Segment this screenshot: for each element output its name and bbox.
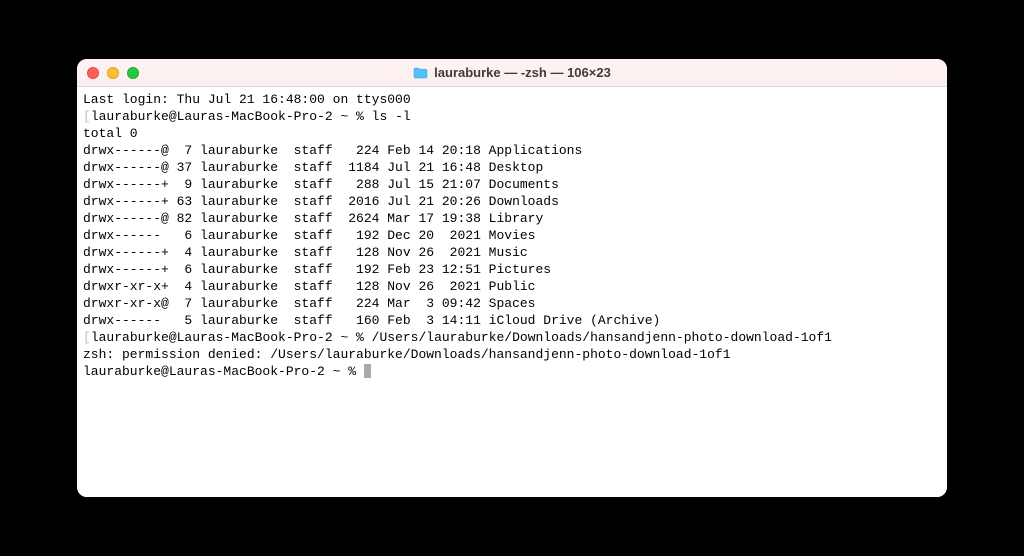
command-1: ls -l <box>372 109 411 124</box>
ls-row: drwx------@ 82 lauraburke staff 2624 Mar… <box>83 210 941 227</box>
prompt-1: lauraburke@Lauras-MacBook-Pro-2 ~ % <box>91 109 372 124</box>
window-title: lauraburke — -zsh — 106×23 <box>434 65 611 80</box>
folder-icon <box>413 67 428 79</box>
ls-row: drwxr-xr-x@ 7 lauraburke staff 224 Mar 3… <box>83 295 941 312</box>
prompt-3: lauraburke@Lauras-MacBook-Pro-2 ~ % <box>83 364 364 379</box>
ls-row: drwx------+ 63 lauraburke staff 2016 Jul… <box>83 193 941 210</box>
ls-row: drwx------@ 7 lauraburke staff 224 Feb 1… <box>83 142 941 159</box>
terminal-window: lauraburke — -zsh — 106×23 Last login: T… <box>77 59 947 497</box>
ls-row: drwx------@ 37 lauraburke staff 1184 Jul… <box>83 159 941 176</box>
ls-row: drwxr-xr-x+ 4 lauraburke staff 128 Nov 2… <box>83 278 941 295</box>
title-wrap: lauraburke — -zsh — 106×23 <box>77 65 947 80</box>
ls-row: drwx------+ 9 lauraburke staff 288 Jul 1… <box>83 176 941 193</box>
total-line: total 0 <box>83 125 941 142</box>
ls-row: drwx------+ 6 lauraburke staff 192 Feb 2… <box>83 261 941 278</box>
traffic-lights <box>87 67 139 79</box>
prompt-line-2: [lauraburke@Lauras-MacBook-Pro-2 ~ % /Us… <box>83 329 941 346</box>
ls-row: drwx------+ 4 lauraburke staff 128 Nov 2… <box>83 244 941 261</box>
ls-row: drwx------ 6 lauraburke staff 192 Dec 20… <box>83 227 941 244</box>
close-button[interactable] <box>87 67 99 79</box>
ls-row: drwx------ 5 lauraburke staff 160 Feb 3 … <box>83 312 941 329</box>
prompt-2: lauraburke@Lauras-MacBook-Pro-2 ~ % <box>91 330 372 345</box>
command-2: /Users/lauraburke/Downloads/hansandjenn-… <box>372 330 832 345</box>
minimize-button[interactable] <box>107 67 119 79</box>
prompt-line-1: [lauraburke@Lauras-MacBook-Pro-2 ~ % ls … <box>83 108 941 125</box>
maximize-button[interactable] <box>127 67 139 79</box>
prompt-line-3: lauraburke@Lauras-MacBook-Pro-2 ~ % <box>83 363 941 380</box>
titlebar[interactable]: lauraburke — -zsh — 106×23 <box>77 59 947 87</box>
cursor <box>364 364 372 378</box>
terminal-body[interactable]: Last login: Thu Jul 21 16:48:00 on ttys0… <box>77 87 947 497</box>
last-login-line: Last login: Thu Jul 21 16:48:00 on ttys0… <box>83 91 941 108</box>
error-line: zsh: permission denied: /Users/lauraburk… <box>83 346 941 363</box>
